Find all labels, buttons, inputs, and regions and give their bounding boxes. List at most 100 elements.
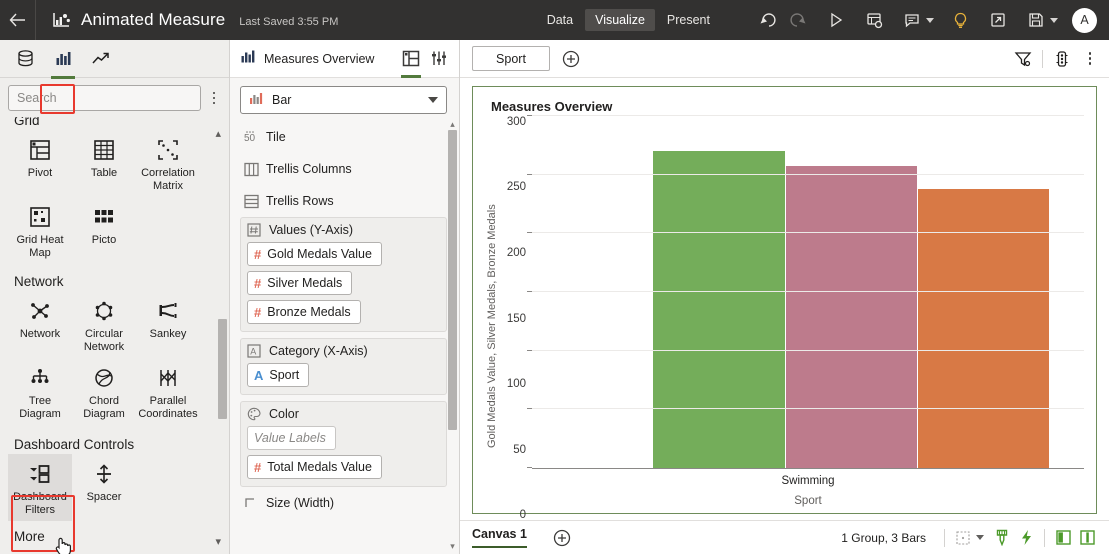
nav-present[interactable]: Present: [657, 9, 720, 31]
add-canvas-plus-circle-icon[interactable]: [549, 525, 575, 551]
top-bar: Animated Measure Last Saved 3:55 PM Data…: [0, 0, 1109, 40]
gallery-scrollbar-thumb[interactable]: [218, 319, 227, 419]
network-icon: [29, 297, 51, 325]
gallery-item-label: Spacer: [86, 491, 122, 503]
gallery-item-spacer[interactable]: Spacer: [72, 454, 136, 521]
comment-icon[interactable]: [898, 6, 926, 34]
gridline: [532, 115, 1084, 116]
y-axis-tickmark: [527, 173, 532, 175]
bar[interactable]: [785, 166, 917, 468]
gallery-search-row: Search: [0, 78, 229, 117]
shelf-label: Trellis Columns: [266, 162, 352, 176]
shelf-color: Color Value Labels # Total Medals Value: [240, 401, 447, 487]
field-pill-silver-medals[interactable]: # Silver Medals: [247, 271, 353, 295]
filter-icon[interactable]: [1010, 46, 1036, 72]
save-icon[interactable]: [1022, 6, 1050, 34]
play-icon[interactable]: [822, 6, 850, 34]
export-icon[interactable]: [984, 6, 1012, 34]
field-pill-sport[interactable]: A Sport: [247, 363, 310, 387]
visualize-tab[interactable]: [46, 44, 80, 79]
data-source-icon[interactable]: [860, 6, 888, 34]
x-axis-title: Sport: [794, 495, 822, 507]
gallery-item-circular-network[interactable]: Circular Network: [72, 291, 136, 358]
gallery-section-grid-items: Pivot Table Correlation Matrix Grid Heat…: [8, 130, 227, 264]
field-pill-gold-medals-value[interactable]: # Gold Medals Value: [247, 242, 382, 266]
shelf-trellis-rows[interactable]: Trellis Rows: [240, 185, 447, 217]
field-pill-bronze-medals[interactable]: # Bronze Medals: [247, 300, 361, 324]
insight-lightbulb-icon[interactable]: [946, 6, 974, 34]
redo-icon[interactable]: [784, 6, 812, 34]
gallery-item-picto[interactable]: Picto: [72, 197, 136, 264]
sheet-tab-sport[interactable]: Sport: [472, 46, 550, 71]
trellis-rows-icon: [244, 194, 266, 209]
back-arrow-icon[interactable]: [0, 0, 36, 40]
gallery-item-pivot[interactable]: Pivot: [8, 130, 72, 197]
avatar[interactable]: A: [1072, 7, 1097, 33]
mid-scroll-down-arrow-icon[interactable]: ▾: [448, 540, 457, 552]
y-axis-tickmark: [527, 115, 532, 116]
mid-scrollbar-thumb[interactable]: [448, 130, 457, 430]
bar[interactable]: [653, 151, 785, 468]
gallery-item-correlation-matrix[interactable]: Correlation Matrix: [136, 130, 200, 197]
shelf-label: Category (X-Axis): [269, 344, 368, 358]
panel-right-toggle-icon[interactable]: [1075, 526, 1099, 550]
gallery-item-dashboard-filters[interactable]: Dashboard Filters: [8, 454, 72, 521]
shelf-size-width[interactable]: Size (Width): [240, 493, 447, 513]
save-dropdown-caret-icon[interactable]: [1050, 17, 1058, 23]
bar[interactable]: [918, 188, 1050, 468]
gallery-item-label: Grid Heat Map: [16, 234, 64, 259]
nav-visualize[interactable]: Visualize: [585, 9, 655, 31]
mid-panel-header: Measures Overview: [230, 40, 459, 78]
gallery-expand-chevron-down-icon[interactable]: ▾: [215, 535, 221, 548]
dashboard-filters-icon: [28, 460, 52, 488]
gallery-item-parallel-coordinates[interactable]: Parallel Coordinates: [136, 358, 200, 425]
data-tab[interactable]: [8, 44, 42, 74]
last-saved-label: Last Saved 3:55 PM: [239, 15, 339, 28]
text-shelf-icon: A: [247, 344, 269, 358]
plus-circle-icon[interactable]: [558, 46, 584, 72]
numeric-field-icon: #: [254, 459, 262, 475]
panel-left-toggle-icon[interactable]: [1051, 526, 1075, 550]
analytics-tab[interactable]: [84, 44, 118, 74]
canvas-kebab-menu-icon[interactable]: [1081, 52, 1099, 65]
lightning-icon[interactable]: [1014, 526, 1038, 550]
comment-dropdown-caret-icon[interactable]: [926, 17, 934, 23]
canvas-name-tab[interactable]: Canvas 1: [472, 527, 527, 548]
gallery-kebab-menu-icon[interactable]: [205, 91, 223, 105]
gallery-item-label: Parallel Coordinates: [138, 395, 198, 420]
gallery-item-grid-heat-map[interactable]: Grid Heat Map: [8, 197, 72, 264]
gallery-item-label: Tree Diagram: [19, 395, 61, 420]
chevron-down-icon[interactable]: [428, 97, 438, 103]
gallery-section-grid-title: Grid: [14, 117, 40, 128]
gallery-item-chord-diagram[interactable]: Chord Diagram: [72, 358, 136, 425]
y-axis-tickmark: [527, 349, 532, 351]
shelf-tile[interactable]: 50 Tile: [240, 121, 447, 153]
spacer-icon: [93, 460, 115, 488]
toolbar-divider: [1042, 49, 1043, 68]
undo-icon[interactable]: [754, 6, 782, 34]
paint-brush-icon[interactable]: [990, 526, 1014, 550]
snap-grid-icon[interactable]: [951, 526, 975, 550]
gallery-item-table[interactable]: Table: [72, 130, 136, 197]
gallery-item-network[interactable]: Network: [8, 291, 72, 358]
gridline: [532, 349, 1084, 351]
visualization-card[interactable]: Measures Overview Gold Medals Value, Sil…: [472, 86, 1097, 521]
field-pill-total-medals-value[interactable]: # Total Medals Value: [247, 455, 382, 479]
field-pill-value-labels[interactable]: Value Labels: [247, 426, 336, 450]
gallery-item-tree-diagram[interactable]: Tree Diagram: [8, 358, 72, 425]
y-axis-tickmark: [527, 467, 532, 468]
settings-tab[interactable]: [425, 44, 453, 74]
shelf-trellis-columns[interactable]: Trellis Columns: [240, 153, 447, 185]
snap-grid-dropdown-caret-icon[interactable]: [976, 535, 984, 540]
page-title: Animated Measure: [81, 10, 226, 29]
shelf-values-label-row: Values (Y-Axis): [247, 223, 440, 237]
chart-type-select[interactable]: Bar: [240, 86, 447, 114]
gallery-item-sankey[interactable]: Sankey: [136, 291, 200, 358]
canvas-panel: Sport Measures Overview Gold Medals Valu…: [460, 40, 1109, 554]
mid-scroll-up-arrow-icon[interactable]: ▴: [448, 118, 457, 130]
nav-data[interactable]: Data: [537, 9, 583, 31]
structure-tab[interactable]: [397, 44, 425, 78]
gallery-collapse-chevron-up-icon[interactable]: ▴: [215, 127, 221, 140]
rules-traffic-light-icon[interactable]: [1049, 46, 1075, 72]
search-input[interactable]: Search: [8, 85, 201, 111]
